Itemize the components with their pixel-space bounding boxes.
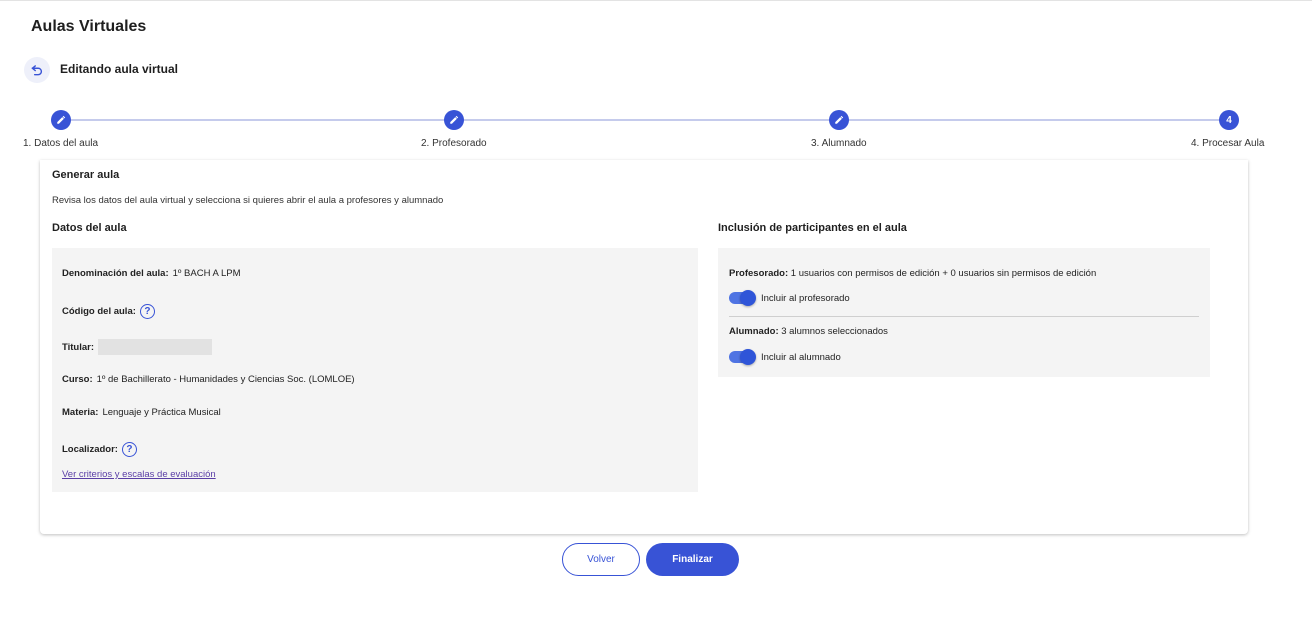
step-2-label: 2. Profesorado: [421, 138, 487, 149]
stepper-track: [61, 119, 1229, 121]
step-3-pencil-icon[interactable]: [829, 110, 849, 130]
incluir-alumnado-toggle[interactable]: [729, 349, 756, 365]
localizador-label: Localizador:: [62, 444, 118, 455]
denominacion-label: Denominación del aula:: [62, 268, 169, 279]
alumnado-toggle-row: Incluir al alumnado: [729, 349, 841, 365]
datos-panel: [52, 248, 698, 492]
step-4-label: 4. Procesar Aula: [1191, 138, 1265, 149]
incluir-profesorado-label: Incluir al profesorado: [761, 292, 850, 304]
datos-section-title: Datos del aula: [52, 222, 127, 234]
alumnado-value: 3 alumnos seleccionados: [781, 326, 888, 337]
titular-label: Titular:: [62, 341, 95, 353]
profesorado-label: Profesorado:: [729, 268, 789, 279]
inclusion-section-title: Inclusión de participantes en el aula: [718, 222, 907, 234]
titular-redacted-value: [98, 339, 213, 355]
materia-value: Lenguaje y Práctica Musical: [102, 407, 221, 418]
alumnado-row: Alumnado: 3 alumnos seleccionados: [729, 326, 888, 337]
volver-button[interactable]: Volver: [562, 543, 640, 576]
denominacion-row: Denominación del aula: 1º BACH A LPM: [62, 268, 241, 279]
top-divider: [0, 0, 1312, 1]
page-title: Aulas Virtuales: [31, 18, 147, 35]
step-1-label: 1. Datos del aula: [23, 138, 99, 149]
curso-label: Curso:: [62, 374, 93, 385]
incluir-profesorado-toggle[interactable]: [729, 290, 756, 306]
back-button[interactable]: [24, 57, 50, 83]
profesorado-toggle-row: Incluir al profesorado: [729, 290, 850, 306]
codigo-label: Código del aula:: [62, 306, 136, 317]
step-4-marker: 4: [1219, 110, 1239, 130]
card-description: Revisa los datos del aula virtual y sele…: [52, 195, 444, 206]
undo-arrow-icon: [31, 65, 42, 76]
finalizar-button[interactable]: Finalizar: [646, 543, 739, 576]
codigo-row: Código del aula: ?: [62, 304, 155, 319]
profesorado-row: Profesorado: 1 usuarios con permisos de …: [729, 268, 1096, 279]
inclusion-divider: [729, 316, 1199, 317]
step-2-pencil-icon[interactable]: [444, 110, 464, 130]
card-title: Generar aula: [52, 169, 120, 181]
localizador-help-icon[interactable]: ?: [121, 442, 137, 457]
materia-row: Materia: Lenguaje y Práctica Musical: [62, 407, 221, 418]
criterios-link[interactable]: Ver criterios y escalas de evaluación: [62, 469, 216, 480]
codigo-help-icon[interactable]: ?: [139, 304, 155, 319]
denominacion-value: 1º BACH A LPM: [172, 268, 241, 279]
page-subtitle: Editando aula virtual: [60, 62, 179, 76]
materia-label: Materia:: [62, 407, 99, 418]
profesorado-value: 1 usuarios con permisos de edición + 0 u…: [790, 268, 1097, 279]
incluir-alumnado-label: Incluir al alumnado: [761, 351, 841, 363]
localizador-row: Localizador: ?: [62, 442, 137, 457]
curso-row: Curso: 1º de Bachillerato - Humanidades …: [62, 374, 355, 385]
curso-value: 1º de Bachillerato - Humanidades y Cienc…: [96, 374, 355, 385]
step-3-label: 3. Alumnado: [811, 138, 867, 149]
alumnado-label: Alumnado:: [729, 326, 779, 337]
titular-row: Titular:: [62, 339, 213, 355]
step-1-pencil-icon[interactable]: [51, 110, 71, 130]
